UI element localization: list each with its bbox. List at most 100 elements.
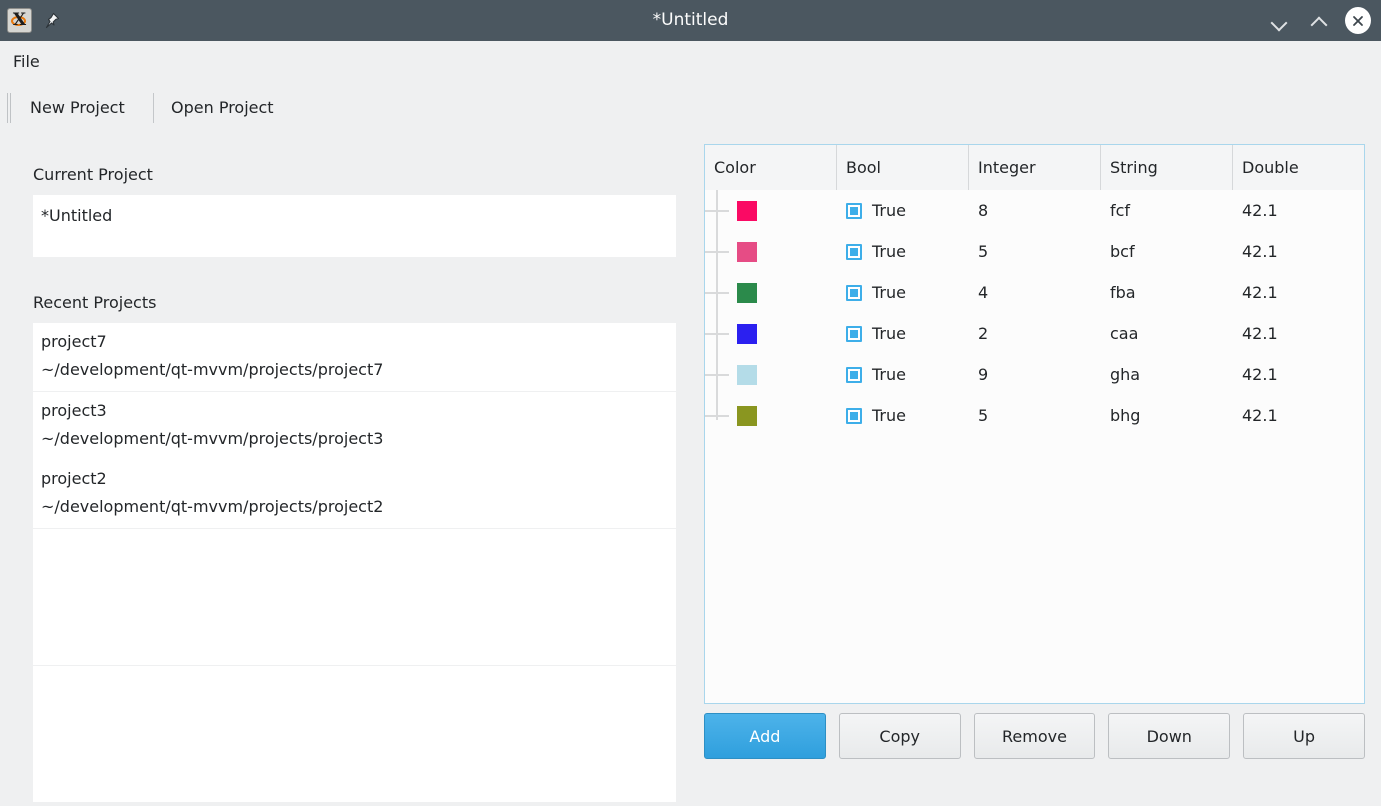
tree-branch-line — [705, 374, 729, 376]
double-cell[interactable]: 42.1 — [1233, 272, 1364, 313]
bool-value: True — [872, 365, 906, 384]
recent-project-name: project2 — [41, 469, 107, 488]
chevron-up-icon — [1311, 16, 1326, 25]
current-project-box[interactable]: *Untitled — [33, 195, 676, 257]
table-column-header[interactable]: String — [1101, 145, 1233, 190]
current-project-label: Current Project — [33, 165, 153, 184]
recent-project-item[interactable] — [33, 665, 676, 734]
bool-cell[interactable]: True — [837, 231, 969, 272]
tree-branch-line — [705, 210, 729, 212]
table-row[interactable]: True 9 gha 42.1 — [705, 354, 1364, 395]
close-icon — [1345, 7, 1371, 34]
checkbox-checked-icon[interactable] — [846, 284, 862, 301]
tree-branch-line — [705, 415, 729, 417]
double-cell[interactable]: 42.1 — [1233, 231, 1364, 272]
table-column-header[interactable]: Integer — [969, 145, 1101, 190]
recent-project-path: ~/development/qt-mvvm/projects/project3 — [41, 428, 384, 448]
checkbox-checked-icon[interactable] — [846, 366, 862, 383]
xfce-app-icon[interactable]: X — [7, 8, 32, 33]
string-cell[interactable]: gha — [1101, 354, 1233, 395]
open-project-button[interactable]: Open Project — [171, 92, 274, 124]
bool-value: True — [872, 242, 906, 261]
copy-button[interactable]: Copy — [838, 713, 961, 759]
recent-project-path: ~/development/qt-mvvm/projects/project2 — [41, 497, 384, 516]
table-column-header[interactable]: Double — [1233, 145, 1364, 190]
remove-button[interactable]: Remove — [973, 713, 1096, 759]
data-table: Color Bool Integer String Double True 8 fcf 42.… — [704, 144, 1365, 704]
double-cell[interactable]: 42.1 — [1233, 313, 1364, 354]
string-cell[interactable]: fba — [1101, 272, 1233, 313]
string-cell[interactable]: bhg — [1101, 395, 1233, 436]
minimize-button[interactable] — [1265, 8, 1291, 34]
bool-cell[interactable]: True — [837, 395, 969, 436]
color-swatch[interactable] — [737, 323, 757, 344]
checkbox-checked-icon[interactable] — [846, 243, 862, 260]
table-header-row: Color Bool Integer String Double — [705, 145, 1364, 190]
table-row[interactable]: True 5 bhg 42.1 — [705, 395, 1364, 436]
integer-cell[interactable]: 9 — [969, 354, 1101, 395]
table-row[interactable]: True 8 fcf 42.1 — [705, 190, 1364, 231]
string-cell[interactable]: caa — [1101, 313, 1233, 354]
pin-icon[interactable] — [41, 11, 61, 31]
recent-project-item[interactable]: project2 ~/development/qt-mvvm/projects/p… — [33, 460, 676, 528]
checkbox-checked-icon[interactable] — [846, 202, 862, 219]
table-body: True 8 fcf 42.1 True 5 bcf 42.1 True 4 fba 42.1 True… — [705, 190, 1364, 703]
color-swatch[interactable] — [737, 282, 757, 303]
window-title: *Untitled — [652, 10, 729, 30]
color-swatch[interactable] — [737, 405, 757, 426]
recent-projects-list: project7 ~/development/qt-mvvm/projects/p… — [33, 323, 676, 803]
integer-cell[interactable]: 4 — [969, 272, 1101, 313]
add-button[interactable]: Add — [704, 713, 826, 759]
bool-cell[interactable]: True — [837, 272, 969, 313]
right-panel: Color Bool Integer String Double True 8 fcf 42.… — [690, 131, 1381, 806]
maximize-button[interactable] — [1305, 8, 1331, 34]
recent-project-path: ~/development/qt-mvvm/projects/project7 — [41, 360, 384, 379]
bool-cell[interactable]: True — [837, 313, 969, 354]
recent-project-item[interactable]: project3 ~/development/qt-mvvm/projects/p… — [33, 391, 676, 460]
recent-project-item[interactable]: project7 ~/development/qt-mvvm/projects/p… — [33, 323, 676, 391]
string-cell[interactable]: fcf — [1101, 190, 1233, 231]
close-button[interactable] — [1345, 7, 1371, 34]
color-swatch[interactable] — [737, 241, 757, 262]
menu-item-file[interactable]: File — [13, 52, 40, 71]
integer-cell[interactable]: 2 — [969, 313, 1101, 354]
recent-project-item[interactable] — [33, 528, 676, 597]
chevron-down-icon — [1271, 16, 1286, 25]
bool-cell[interactable]: True — [837, 354, 969, 395]
bool-value: True — [872, 324, 906, 343]
current-project-value: *Untitled — [41, 206, 113, 225]
bool-value: True — [872, 406, 906, 425]
recent-projects-label: Recent Projects — [33, 293, 157, 312]
checkbox-checked-icon[interactable] — [846, 407, 862, 424]
double-cell[interactable]: 42.1 — [1233, 354, 1364, 395]
integer-cell[interactable]: 5 — [969, 395, 1101, 436]
titlebar-left-group: X — [0, 8, 61, 33]
double-cell[interactable]: 42.1 — [1233, 395, 1364, 436]
new-project-button[interactable]: New Project — [30, 92, 125, 124]
table-row[interactable]: True 4 fba 42.1 — [705, 272, 1364, 313]
up-button[interactable]: Up — [1243, 713, 1365, 759]
table-column-header[interactable]: Bool — [837, 145, 969, 190]
double-cell[interactable]: 42.1 — [1233, 190, 1364, 231]
color-swatch[interactable] — [737, 200, 757, 221]
recent-project-name: project7 — [41, 332, 107, 351]
recent-project-item[interactable] — [33, 734, 676, 802]
tree-branch-line — [705, 333, 729, 335]
integer-cell[interactable]: 5 — [969, 231, 1101, 272]
table-column-header[interactable]: Color — [705, 145, 837, 190]
toolbar-drag-handle[interactable] — [6, 93, 13, 123]
bool-value: True — [872, 283, 906, 302]
title-bar[interactable]: X *Untitled — [0, 0, 1381, 41]
action-button-row: Add Copy Remove Down Up — [704, 713, 1365, 759]
down-button[interactable]: Down — [1108, 713, 1231, 759]
string-cell[interactable]: bcf — [1101, 231, 1233, 272]
app-icon-x-glyph: X — [12, 10, 27, 30]
bool-cell[interactable]: True — [837, 190, 969, 231]
checkbox-checked-icon[interactable] — [846, 325, 862, 342]
table-row[interactable]: True 2 caa 42.1 — [705, 313, 1364, 354]
recent-project-item[interactable] — [33, 597, 676, 665]
integer-cell[interactable]: 8 — [969, 190, 1101, 231]
table-row[interactable]: True 5 bcf 42.1 — [705, 231, 1364, 272]
color-swatch[interactable] — [737, 364, 757, 385]
tree-branch-line — [705, 292, 729, 294]
